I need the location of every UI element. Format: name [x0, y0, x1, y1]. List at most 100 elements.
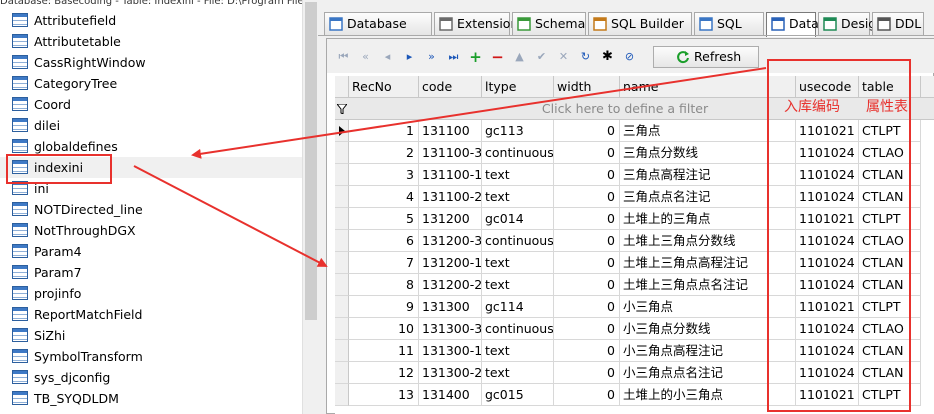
- cell-code[interactable]: 131200-3: [419, 230, 482, 252]
- tab-sql-builder[interactable]: SQL Builder: [588, 12, 692, 36]
- cell-name[interactable]: 土堆上三角点点名注记: [620, 274, 796, 296]
- prior-record-button[interactable]: ◂: [377, 47, 398, 67]
- table-row[interactable]: 9 131300 gc114 0 小三角点 1101021 CTLPT: [335, 296, 934, 318]
- cell-width[interactable]: 0: [554, 142, 620, 164]
- cell-code[interactable]: 131100-3: [419, 142, 482, 164]
- cell-table[interactable]: CTLAO: [859, 142, 921, 164]
- tree-item-globaldefines[interactable]: globaldefines: [0, 136, 302, 157]
- next-page-button[interactable]: »: [421, 47, 442, 67]
- cell-width[interactable]: 0: [554, 274, 620, 296]
- cell-usecode[interactable]: 1101024: [796, 142, 859, 164]
- cell-code[interactable]: 131300-3: [419, 318, 482, 340]
- cell-table[interactable]: CTLAO: [859, 318, 921, 340]
- cell-usecode[interactable]: 1101021: [796, 384, 859, 406]
- cell-ltype[interactable]: text: [482, 252, 554, 274]
- cell-name[interactable]: 三角点: [620, 120, 796, 142]
- cell-recno[interactable]: 5: [349, 208, 419, 230]
- cell-width[interactable]: 0: [554, 208, 620, 230]
- cell-table[interactable]: CTLPT: [859, 384, 921, 406]
- cell-recno[interactable]: 7: [349, 252, 419, 274]
- table-row[interactable]: 12 131300-2 text 0 小三角点点名注记 1101024 CTLAN: [335, 362, 934, 384]
- tree-item-notdirected-line[interactable]: NOTDirected_line: [0, 199, 302, 220]
- last-record-button[interactable]: ⏭: [443, 47, 464, 67]
- cell-recno[interactable]: 12: [349, 362, 419, 384]
- filter-placeholder[interactable]: Click here to define a filter: [485, 98, 765, 120]
- cell-width[interactable]: 0: [554, 230, 620, 252]
- cell-table[interactable]: CTLPT: [859, 208, 921, 230]
- cancel-edit-button[interactable]: ✕: [553, 47, 574, 67]
- table-row[interactable]: 2 131100-3 continuous 0 三角点分数线 1101024 CTLAO: [335, 142, 934, 164]
- cell-table[interactable]: CTLAN: [859, 252, 921, 274]
- tree-item-notthroughdgx[interactable]: NotThroughDGX: [0, 220, 302, 241]
- table-row[interactable]: 13 131400 gc015 0 土堆上的小三角点 1101021 CTLPT: [335, 384, 934, 406]
- refresh-row-button[interactable]: ↻: [575, 47, 596, 67]
- tab-ddl[interactable]: DDL: [872, 12, 924, 36]
- tree-item-symboltransform[interactable]: SymbolTransform: [0, 346, 302, 367]
- cell-table[interactable]: CTLAO: [859, 230, 921, 252]
- cell-width[interactable]: 0: [554, 186, 620, 208]
- cell-usecode[interactable]: 1101024: [796, 186, 859, 208]
- cell-width[interactable]: 0: [554, 362, 620, 384]
- tab-database[interactable]: Database: [324, 12, 432, 36]
- cell-recno[interactable]: 9: [349, 296, 419, 318]
- cell-recno[interactable]: 2: [349, 142, 419, 164]
- row-indicator[interactable]: [335, 142, 349, 164]
- row-indicator[interactable]: [335, 384, 349, 406]
- row-indicator[interactable]: [335, 274, 349, 296]
- cell-width[interactable]: 0: [554, 296, 620, 318]
- cell-name[interactable]: 三角点高程注记: [620, 164, 796, 186]
- tab-data[interactable]: Data: [766, 12, 819, 37]
- column-header-recno[interactable]: RecNo: [349, 76, 419, 98]
- tree-item-sizhi[interactable]: SiZhi: [0, 325, 302, 346]
- cell-table[interactable]: CTLPT: [859, 120, 921, 142]
- refresh-button[interactable]: Refresh: [653, 46, 759, 68]
- cell-table[interactable]: CTLAN: [859, 186, 921, 208]
- cell-usecode[interactable]: 1101024: [796, 362, 859, 384]
- prior-page-button[interactable]: «: [355, 47, 376, 67]
- clear-bookmark-button[interactable]: ⊘: [619, 47, 640, 67]
- cell-ltype[interactable]: text: [482, 186, 554, 208]
- cell-ltype[interactable]: text: [482, 164, 554, 186]
- tree-item-cassrightwindow[interactable]: CassRightWindow: [0, 52, 302, 73]
- cell-ltype[interactable]: gc015: [482, 384, 554, 406]
- cell-width[interactable]: 0: [554, 164, 620, 186]
- cell-usecode[interactable]: 1101024: [796, 318, 859, 340]
- tree-item-categorytree[interactable]: CategoryTree: [0, 73, 302, 94]
- cell-name[interactable]: 三角点分数线: [620, 142, 796, 164]
- row-indicator[interactable]: [335, 252, 349, 274]
- tab-sql[interactable]: SQL: [694, 12, 764, 36]
- current-row-indicator[interactable]: [335, 120, 349, 142]
- insert-record-button[interactable]: +: [465, 47, 486, 67]
- cell-recno[interactable]: 4: [349, 186, 419, 208]
- cell-code[interactable]: 131100: [419, 120, 482, 142]
- row-indicator[interactable]: [335, 318, 349, 340]
- cell-recno[interactable]: 10: [349, 318, 419, 340]
- tab-design[interactable]: Design: [818, 12, 884, 36]
- cell-width[interactable]: 0: [554, 340, 620, 362]
- row-indicator[interactable]: [335, 296, 349, 318]
- cell-code[interactable]: 131300: [419, 296, 482, 318]
- column-header-usecode[interactable]: usecode: [796, 76, 859, 98]
- column-header-ltype[interactable]: ltype: [482, 76, 554, 98]
- cell-recno[interactable]: 3: [349, 164, 419, 186]
- cell-ltype[interactable]: continuous: [482, 318, 554, 340]
- tree-item-dilei[interactable]: dilei: [0, 115, 302, 136]
- cell-name[interactable]: 土堆上三角点分数线: [620, 230, 796, 252]
- cell-table[interactable]: CTLPT: [859, 296, 921, 318]
- column-header-code[interactable]: code: [419, 76, 482, 98]
- edit-record-button[interactable]: ▲: [509, 47, 530, 67]
- tab-extensions[interactable]: Extensions: [434, 12, 525, 36]
- row-indicator[interactable]: [335, 362, 349, 384]
- cell-recno[interactable]: 8: [349, 274, 419, 296]
- tree-item-param7[interactable]: Param7: [0, 262, 302, 283]
- cell-ltype[interactable]: continuous: [482, 230, 554, 252]
- cell-ltype[interactable]: gc114: [482, 296, 554, 318]
- cell-code[interactable]: 131100-1: [419, 164, 482, 186]
- cell-code[interactable]: 131200-2: [419, 274, 482, 296]
- tab-schema[interactable]: Schema: [512, 12, 586, 36]
- column-header-name[interactable]: name: [620, 76, 796, 98]
- table-row[interactable]: 10 131300-3 continuous 0 小三角点分数线 1101024 CTLAO: [335, 318, 934, 340]
- cell-code[interactable]: 131200-1: [419, 252, 482, 274]
- cell-width[interactable]: 0: [554, 252, 620, 274]
- post-edit-button[interactable]: ✔: [531, 47, 552, 67]
